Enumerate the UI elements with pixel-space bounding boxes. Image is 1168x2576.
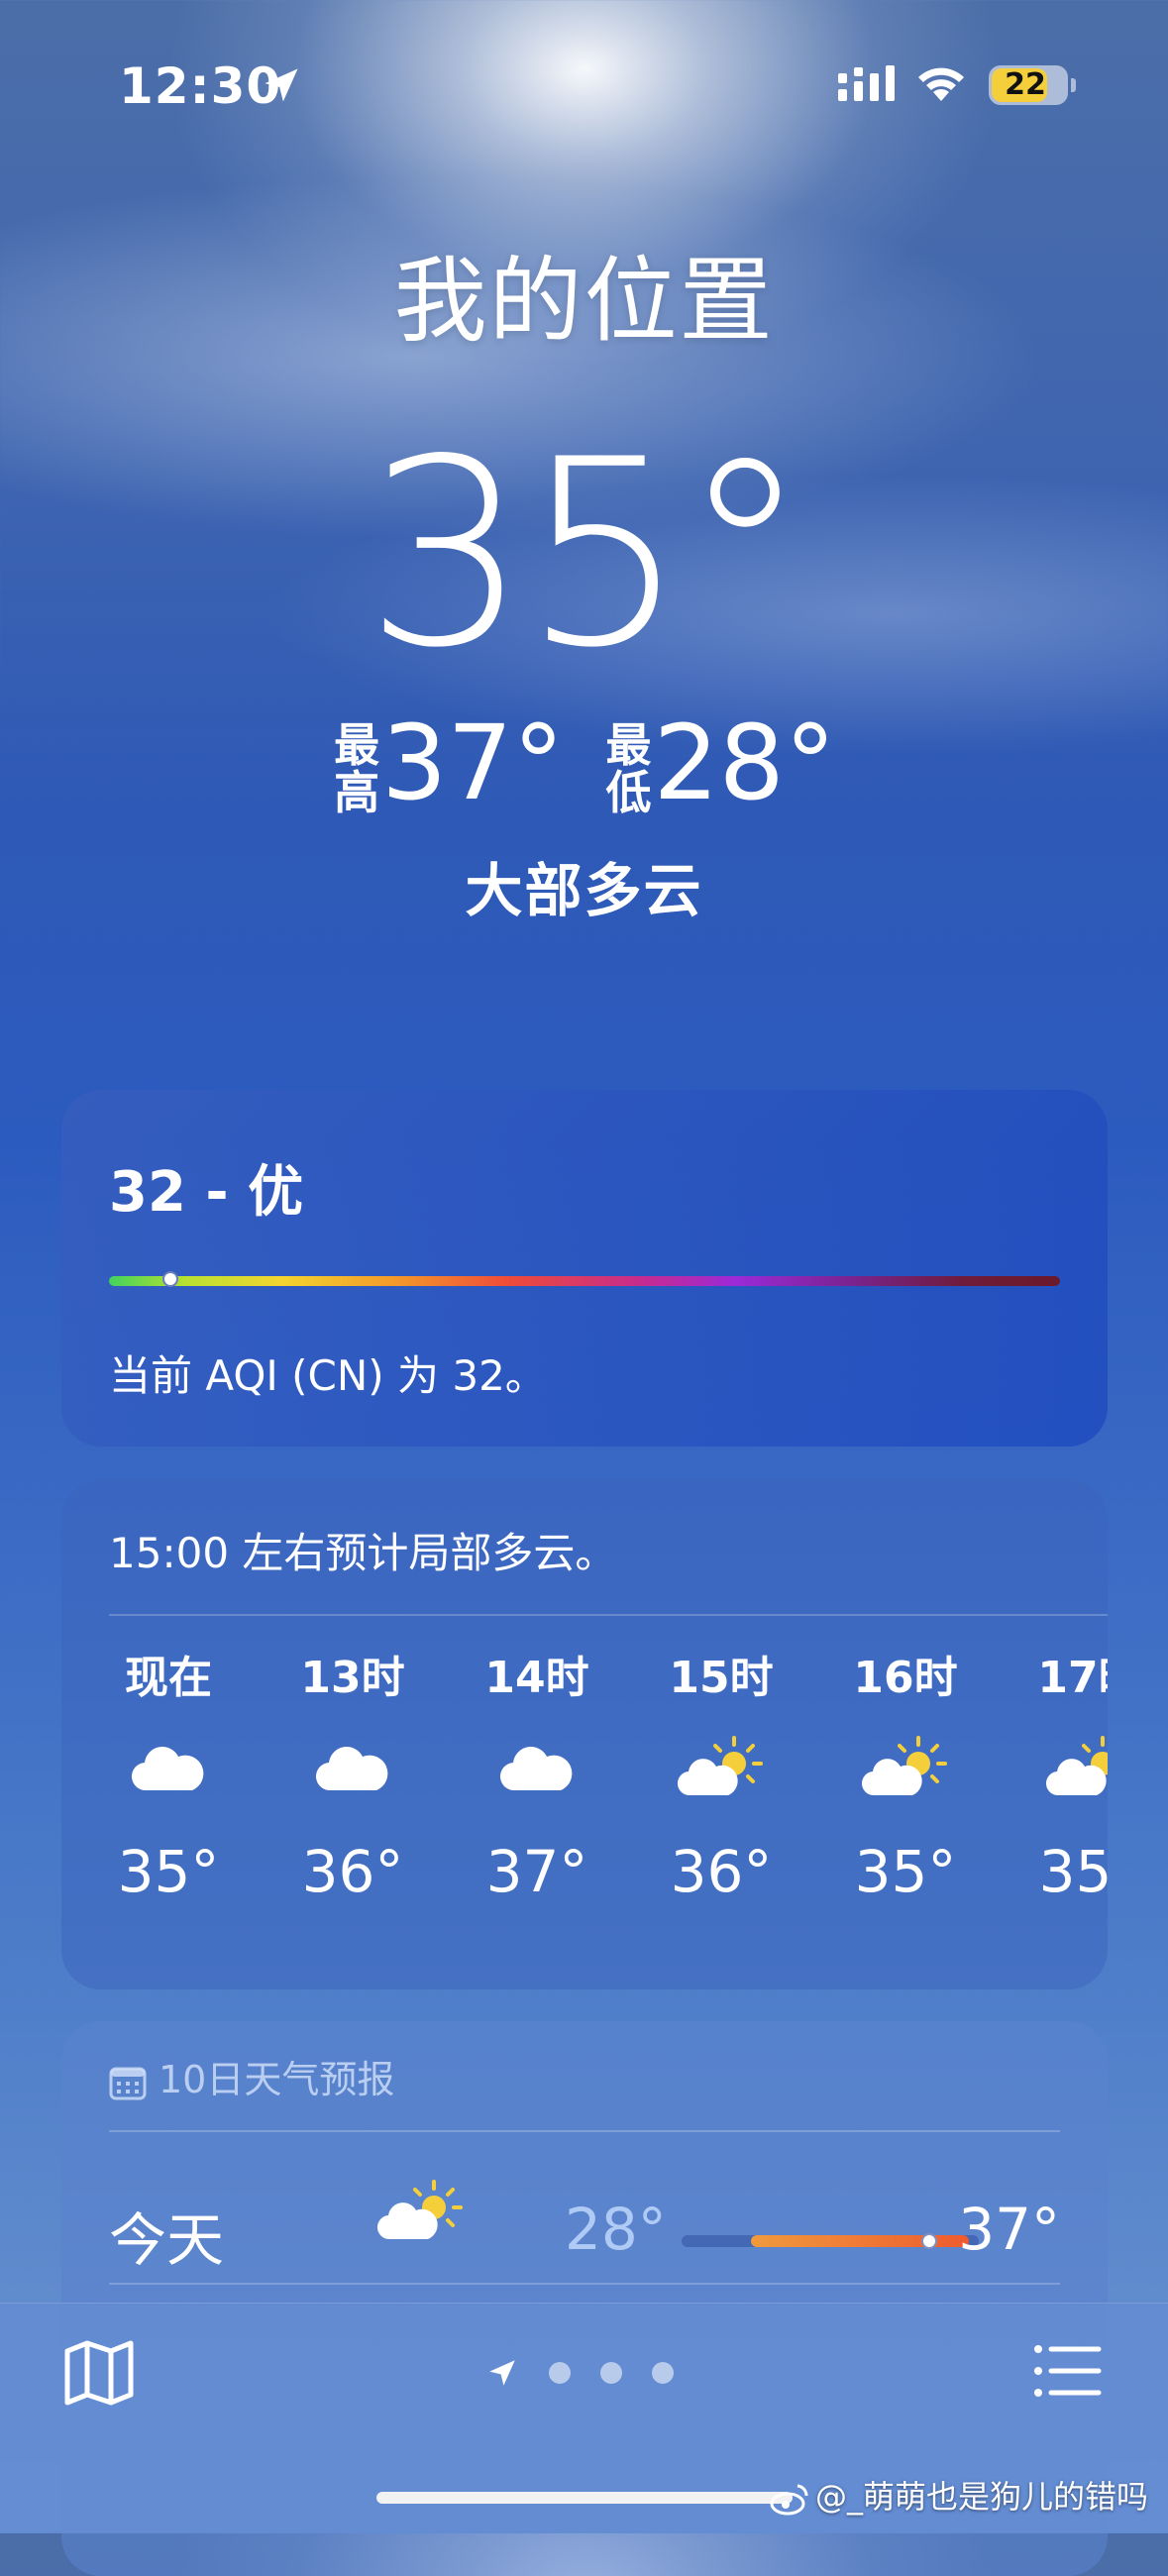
location-arrow-icon: [265, 68, 298, 102]
hour-item: 13时 36°: [288, 1649, 417, 1906]
battery-icon: 22: [989, 65, 1076, 105]
aqi-indicator: [162, 1271, 178, 1287]
hour-label: 16时: [853, 1653, 958, 1703]
hour-label: 13时: [300, 1653, 405, 1703]
aqi-scale-bar: [109, 1276, 1060, 1286]
partly-cloudy-icon: [677, 1736, 763, 1796]
bottom-toolbar: @_萌萌也是狗儿的错吗: [0, 2303, 1168, 2533]
aqi-title: 32 - 优: [109, 1160, 304, 1225]
calendar-icon: [109, 2067, 147, 2099]
hour-item: 15时 36°: [657, 1649, 786, 1906]
location-arrow-icon[interactable]: [485, 2356, 519, 2390]
ten-day-header: 10日天气预报: [109, 2049, 394, 2103]
hour-item: 16时 35°: [841, 1649, 970, 1906]
current-temperature: 35°: [365, 405, 809, 704]
watermark-text: @_萌萌也是狗儿的错吗: [814, 2478, 1148, 2516]
hour-temp: 35°: [1038, 1838, 1108, 1905]
day-row-today[interactable]: 今天 28° 37°: [109, 2160, 1060, 2299]
ten-day-title: 10日天气预报: [159, 2058, 395, 2101]
hourly-list[interactable]: 现在 35° 13时 36° 14时 37° 15时 36° 16时 35° 1…: [109, 1649, 1108, 1966]
watermark: @_萌萌也是狗儿的错吗: [770, 2472, 1148, 2518]
high-low-temperatures: 最高37° 最低28°: [0, 711, 1168, 816]
current-temp-indicator: [921, 2233, 937, 2249]
hour-item: 现在 35°: [109, 1649, 233, 1906]
temperature-range-bar: [682, 2233, 979, 2249]
cloud-icon: [131, 1747, 204, 1791]
hour-label: 15时: [669, 1653, 774, 1703]
battery-level: 22: [1005, 67, 1046, 102]
location-title: 我的位置: [393, 248, 775, 356]
aqi-card[interactable]: 32 - 优 当前 AQI (CN) 为 32。: [61, 1090, 1108, 1447]
cloud-icon: [499, 1747, 573, 1791]
page-dot[interactable]: [652, 2362, 674, 2384]
cellular-signal-icon: [838, 65, 895, 101]
low-label: 最低: [605, 718, 652, 819]
hourly-forecast-card[interactable]: 15:00 左右预计局部多云。 现在 35° 13时 36° 14时 37° 1…: [61, 1480, 1108, 1989]
day-high-temp: 37°: [958, 2196, 1060, 2263]
hour-label: 现在: [125, 1653, 212, 1703]
status-bar: 12:30 22: [0, 0, 1168, 168]
partly-cloudy-icon: [861, 1736, 947, 1796]
map-icon[interactable]: [63, 2339, 135, 2407]
hourly-summary: 15:00 左右预计局部多云。: [109, 1529, 617, 1577]
hour-temp: 35°: [117, 1838, 220, 1905]
day-name: 今天: [109, 2206, 225, 2274]
hour-label: 14时: [484, 1653, 589, 1703]
cloud-icon: [315, 1747, 388, 1791]
weather-condition: 大部多云: [465, 857, 703, 924]
partly-cloudy-icon: [376, 2180, 463, 2240]
home-indicator[interactable]: [376, 2492, 793, 2504]
high-temperature: 37°: [381, 702, 565, 823]
weibo-logo-icon: [770, 2484, 808, 2516]
hour-temp: 37°: [485, 1838, 588, 1905]
hour-temp: 36°: [301, 1838, 404, 1905]
list-icon[interactable]: [1033, 2343, 1103, 2399]
hour-item: 14时 37°: [473, 1649, 601, 1906]
wifi-icon: [918, 67, 964, 101]
hour-temp: 36°: [670, 1838, 773, 1905]
partly-cloudy-icon: [1045, 1736, 1108, 1796]
hour-item: 17时 35°: [1025, 1649, 1108, 1906]
hour-label: 17时: [1037, 1653, 1108, 1703]
divider: [109, 2283, 1060, 2285]
status-time: 12:30: [119, 57, 282, 115]
high-label: 最高: [334, 718, 380, 819]
divider: [109, 1614, 1108, 1616]
page-dot[interactable]: [549, 2362, 571, 2384]
page-indicator[interactable]: [485, 2353, 674, 2393]
aqi-description: 当前 AQI (CN) 为 32。: [109, 1351, 547, 1400]
hour-temp: 35°: [854, 1838, 957, 1905]
day-low-temp: 28°: [565, 2196, 667, 2263]
page-dot[interactable]: [600, 2362, 622, 2384]
low-temperature: 28°: [653, 702, 836, 823]
divider: [109, 2130, 1060, 2132]
